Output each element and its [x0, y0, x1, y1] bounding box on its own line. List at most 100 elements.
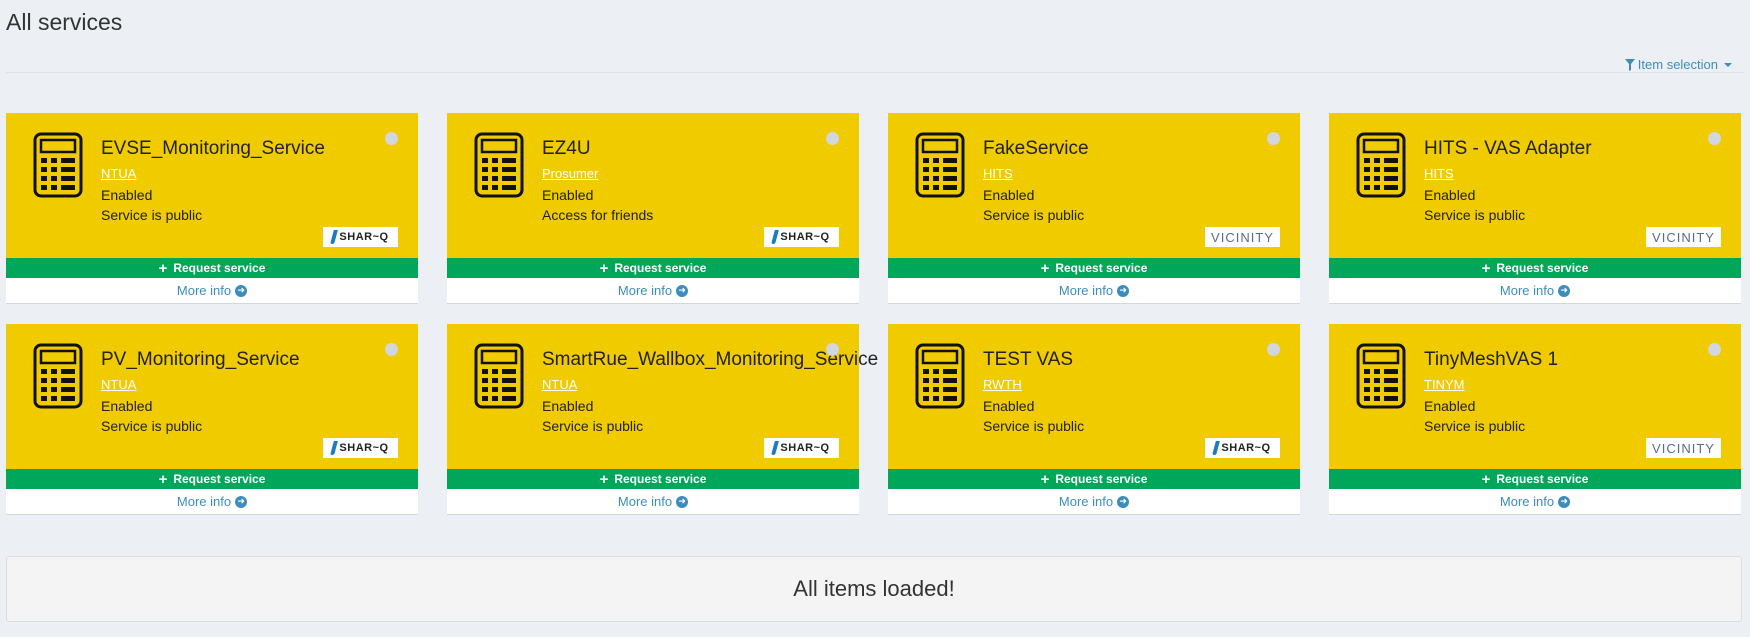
arrow-circle-right-icon: ➜: [1558, 284, 1571, 297]
status-dot[interactable]: [1267, 343, 1280, 356]
service-card: EZ4U Prosumer Enabled Access for friends…: [447, 113, 859, 304]
service-card: HITS - VAS Adapter HITS Enabled Service …: [1329, 113, 1741, 304]
organisation-link[interactable]: TINYM: [1424, 378, 1558, 392]
service-name: PV_Monitoring_Service: [101, 349, 300, 370]
request-service-button[interactable]: + Request service: [1329, 258, 1741, 278]
service-access: Service is public: [983, 207, 1085, 223]
more-info-link[interactable]: More info ➜: [6, 278, 418, 304]
more-info-link[interactable]: More info ➜: [1329, 278, 1741, 304]
calculator-icon: [915, 343, 965, 409]
status-dot[interactable]: [385, 132, 398, 145]
status-dot[interactable]: [1267, 132, 1280, 145]
plus-icon: +: [599, 470, 609, 488]
service-name: TEST VAS: [983, 349, 1074, 370]
service-status: Enabled: [1424, 187, 1476, 203]
service-status: Enabled: [101, 187, 153, 203]
service-grid: EVSE_Monitoring_Service NTUA Enabled Ser…: [6, 113, 1742, 515]
service-card-body: TEST VAS RWTH Enabled Service is public …: [888, 324, 1300, 469]
filter-icon: [1624, 58, 1635, 71]
service-name: EVSE_Monitoring_Service: [101, 138, 325, 159]
arrow-circle-right-icon: ➜: [1117, 495, 1130, 508]
status-dot[interactable]: [1708, 132, 1721, 145]
service-card-body: SmartRue_Wallbox_Monitoring_Service NTUA…: [447, 324, 878, 469]
more-info-link[interactable]: More info ➜: [447, 489, 859, 515]
arrow-circle-right-icon: ➜: [1117, 284, 1130, 297]
request-service-button[interactable]: + Request service: [447, 469, 859, 489]
service-name: TinyMeshVAS 1: [1424, 349, 1559, 370]
service-status: Enabled: [1424, 398, 1476, 414]
service-name: EZ4U: [542, 138, 591, 159]
plus-icon: +: [158, 470, 168, 488]
plus-icon: +: [1481, 259, 1491, 277]
service-name: HITS - VAS Adapter: [1424, 138, 1592, 159]
status-dot[interactable]: [826, 132, 839, 145]
plus-icon: +: [1040, 470, 1050, 488]
header-divider: [6, 72, 1744, 73]
calculator-icon: [33, 132, 83, 198]
more-info-link[interactable]: More info ➜: [888, 278, 1300, 304]
service-access: Service is public: [542, 418, 644, 434]
status-dot[interactable]: [385, 343, 398, 356]
service-access: Service is public: [101, 418, 203, 434]
service-card-body: EZ4U Prosumer Enabled Access for friends…: [447, 113, 859, 258]
arrow-circle-right-icon: ➜: [235, 495, 248, 508]
organisation-link[interactable]: NTUA: [101, 167, 325, 181]
status-dot[interactable]: [1708, 343, 1721, 356]
service-card: TinyMeshVAS 1 TINYM Enabled Service is p…: [1329, 324, 1741, 515]
service-card-body: HITS - VAS Adapter HITS Enabled Service …: [1329, 113, 1741, 258]
service-access: Service is public: [1424, 207, 1526, 223]
service-card: SmartRue_Wallbox_Monitoring_Service NTUA…: [447, 324, 878, 515]
service-card: EVSE_Monitoring_Service NTUA Enabled Ser…: [6, 113, 418, 304]
more-info-link[interactable]: More info ➜: [447, 278, 859, 304]
sharq-logo: SHAR~Q: [323, 438, 398, 458]
vicinity-logo: VICINITY: [1646, 438, 1721, 458]
request-service-button[interactable]: + Request service: [888, 469, 1300, 489]
plus-icon: +: [1481, 470, 1491, 488]
plus-icon: +: [599, 259, 609, 277]
more-info-link[interactable]: More info ➜: [1329, 489, 1741, 515]
organisation-link[interactable]: Prosumer: [542, 167, 653, 181]
arrow-circle-right-icon: ➜: [676, 495, 689, 508]
calculator-icon: [1356, 132, 1406, 198]
service-card: TEST VAS RWTH Enabled Service is public …: [888, 324, 1300, 515]
organisation-link[interactable]: NTUA: [542, 378, 878, 392]
plus-icon: +: [158, 259, 168, 277]
status-dot[interactable]: [826, 343, 839, 356]
service-access: Service is public: [983, 418, 1085, 434]
calculator-icon: [1356, 343, 1406, 409]
calculator-icon: [33, 343, 83, 409]
item-selection-dropdown[interactable]: Item selection: [1624, 57, 1732, 72]
service-access: Service is public: [101, 207, 203, 223]
caret-down-icon: [1724, 62, 1732, 67]
more-info-link[interactable]: More info ➜: [6, 489, 418, 515]
service-card-body: FakeService HITS Enabled Service is publ…: [888, 113, 1300, 258]
more-info-link[interactable]: More info ➜: [888, 489, 1300, 515]
calculator-icon: [474, 132, 524, 198]
arrow-circle-right-icon: ➜: [1558, 495, 1571, 508]
service-card: PV_Monitoring_Service NTUA Enabled Servi…: [6, 324, 418, 515]
request-service-button[interactable]: + Request service: [888, 258, 1300, 278]
item-selection-label: Item selection: [1637, 57, 1718, 72]
service-status: Enabled: [542, 187, 594, 203]
calculator-icon: [474, 343, 524, 409]
vicinity-logo: VICINITY: [1646, 227, 1721, 247]
sharq-logo: SHAR~Q: [323, 227, 398, 247]
organisation-link[interactable]: HITS: [983, 167, 1089, 181]
page-title: All services: [6, 9, 123, 35]
service-access: Access for friends: [542, 207, 654, 223]
organisation-link[interactable]: HITS: [1424, 167, 1592, 181]
all-items-loaded-message: All items loaded!: [6, 556, 1742, 622]
service-card-body: PV_Monitoring_Service NTUA Enabled Servi…: [6, 324, 418, 469]
sharq-logo: SHAR~Q: [764, 227, 839, 247]
service-name: FakeService: [983, 138, 1089, 159]
organisation-link[interactable]: NTUA: [101, 378, 300, 392]
organisation-link[interactable]: RWTH: [983, 378, 1084, 392]
service-status: Enabled: [101, 398, 153, 414]
request-service-button[interactable]: + Request service: [6, 469, 418, 489]
request-service-button[interactable]: + Request service: [6, 258, 418, 278]
service-card-body: TinyMeshVAS 1 TINYM Enabled Service is p…: [1329, 324, 1741, 469]
calculator-icon: [915, 132, 965, 198]
request-service-button[interactable]: + Request service: [1329, 469, 1741, 489]
request-service-button[interactable]: + Request service: [447, 258, 859, 278]
arrow-circle-right-icon: ➜: [676, 284, 689, 297]
